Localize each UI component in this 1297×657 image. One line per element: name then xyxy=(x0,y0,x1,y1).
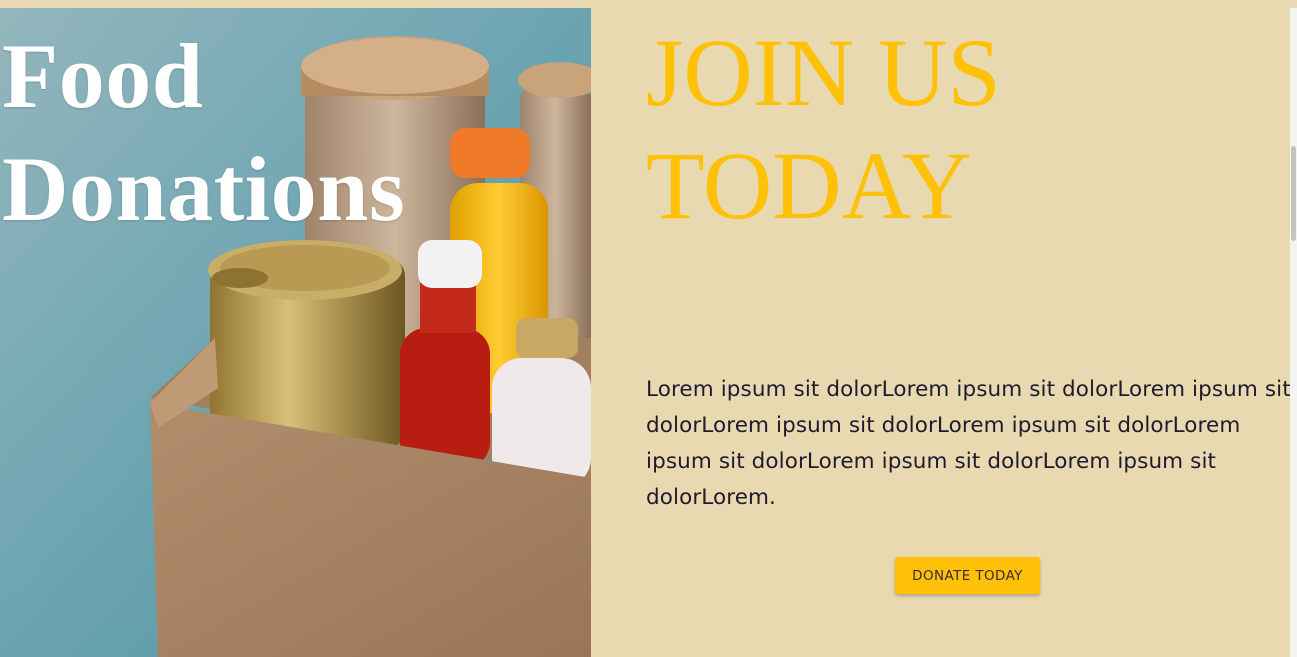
body-paragraph: Lorem ipsum sit dolorLorem ipsum sit dol… xyxy=(646,377,1291,510)
donate-today-button[interactable]: DONATE TODAY xyxy=(895,557,1040,594)
scrollbar-thumb[interactable] xyxy=(1291,146,1296,241)
join-panel: JOIN US TODAY Lorem ipsum sit dolorLorem… xyxy=(591,8,1291,657)
hero-title: Food Donations xyxy=(2,20,405,246)
scrollbar[interactable] xyxy=(1290,8,1297,657)
join-heading-line-2: TODAY xyxy=(646,132,972,239)
hero-title-line-2: Donations xyxy=(2,138,406,240)
top-strip xyxy=(0,0,1297,8)
page: Food Donations JOIN US TODAY Lorem ipsum… xyxy=(0,0,1297,657)
join-heading: JOIN US TODAY xyxy=(646,16,1001,242)
hero-section: Food Donations xyxy=(0,8,591,657)
hero-title-line-1: Food xyxy=(2,25,204,127)
join-heading-line-1: JOIN US xyxy=(646,19,1001,126)
